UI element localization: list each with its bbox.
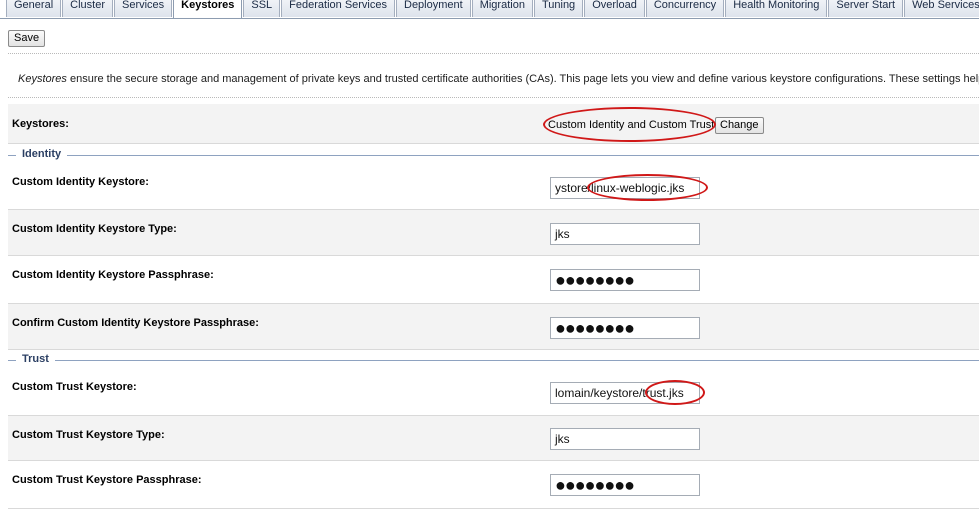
section-line	[8, 360, 979, 361]
tab-ssl[interactable]: SSL	[243, 0, 281, 17]
change-button[interactable]: Change	[715, 117, 764, 134]
intro-description: ensure the secure storage and management…	[66, 73, 979, 85]
custom-trust-keystore-row: Custom Trust Keystore: lomain/keystore/t…	[8, 369, 979, 416]
tab-deployment[interactable]: Deployment	[396, 0, 471, 17]
custom-identity-passphrase-input[interactable]: ●●●●●●●●	[550, 269, 700, 291]
intro-text: Keystores ensure the secure storage and …	[18, 73, 979, 85]
custom-trust-keystore-type-row: Custom Trust Keystore Type: jks	[8, 416, 979, 461]
tab-web-services[interactable]: Web Services	[904, 0, 979, 17]
tab-services[interactable]: Services	[113, 0, 173, 17]
tab-health-monitoring[interactable]: Health Monitoring	[725, 0, 828, 17]
intro-keyword: Keystores	[18, 73, 67, 85]
tab-list: General Cluster Services Keystores SSL Federa…	[6, 0, 979, 18]
custom-trust-keystore-label: Custom Trust Keystore:	[12, 381, 137, 393]
custom-trust-passphrase-label: Custom Trust Keystore Passphrase:	[12, 474, 202, 486]
tab-federation-services[interactable]: Federation Services	[281, 0, 395, 17]
identity-section-title: Identity	[16, 148, 68, 160]
custom-identity-keystore-row: Custom Identity Keystore: ystore/linux-w…	[8, 164, 979, 210]
custom-identity-keystore-type-label: Custom Identity Keystore Type:	[12, 223, 177, 235]
section-line	[8, 155, 979, 156]
tab-bar: General Cluster Services Keystores SSL Federa…	[0, 0, 979, 19]
tab-server-start[interactable]: Server Start	[828, 0, 904, 17]
divider	[8, 97, 979, 98]
tab-overload[interactable]: Overload	[584, 0, 645, 17]
custom-identity-keystore-type-input[interactable]: jks	[550, 223, 700, 245]
tab-concurrency[interactable]: Concurrency	[645, 0, 725, 17]
confirm-identity-passphrase-label: Confirm Custom Identity Keystore Passphr…	[12, 317, 259, 329]
tab-general[interactable]: General	[6, 0, 62, 17]
custom-identity-keystore-label: Custom Identity Keystore:	[12, 176, 149, 188]
confirm-identity-passphrase-row: Confirm Custom Identity Keystore Passphr…	[8, 304, 979, 350]
trust-section-title: Trust	[16, 353, 55, 365]
custom-identity-passphrase-row: Custom Identity Keystore Passphrase: ●●●…	[8, 256, 979, 304]
custom-identity-passphrase-label: Custom Identity Keystore Passphrase:	[12, 269, 214, 281]
custom-trust-passphrase-row: Custom Trust Keystore Passphrase: ●●●●●●…	[8, 461, 979, 509]
confirm-identity-passphrase-input[interactable]: ●●●●●●●●	[550, 317, 700, 339]
keystores-row: Keystores: Custom Identity and Custom Tr…	[8, 104, 979, 144]
tab-migration[interactable]: Migration	[471, 0, 533, 17]
tab-keystores[interactable]: Keystores	[173, 0, 243, 18]
trust-section-header: Trust	[8, 353, 979, 367]
custom-trust-keystore-input[interactable]: lomain/keystore/trust.jks	[550, 382, 700, 404]
custom-identity-keystore-type-row: Custom Identity Keystore Type: jks	[8, 210, 979, 256]
identity-section-header: Identity	[8, 148, 979, 162]
tab-tuning[interactable]: Tuning	[533, 0, 584, 17]
tab-cluster[interactable]: Cluster	[62, 0, 113, 17]
custom-identity-keystore-input[interactable]: ystore/linux-weblogic.jks	[550, 177, 700, 199]
save-button[interactable]: Save	[8, 30, 46, 47]
keystores-label: Keystores:	[12, 118, 69, 130]
custom-trust-keystore-type-label: Custom Trust Keystore Type:	[12, 429, 165, 441]
custom-trust-keystore-type-input[interactable]: jks	[550, 428, 700, 450]
keystores-value: Custom Identity and Custom Trust	[548, 119, 715, 131]
divider	[8, 53, 979, 54]
custom-trust-passphrase-input[interactable]: ●●●●●●●●	[550, 474, 700, 496]
